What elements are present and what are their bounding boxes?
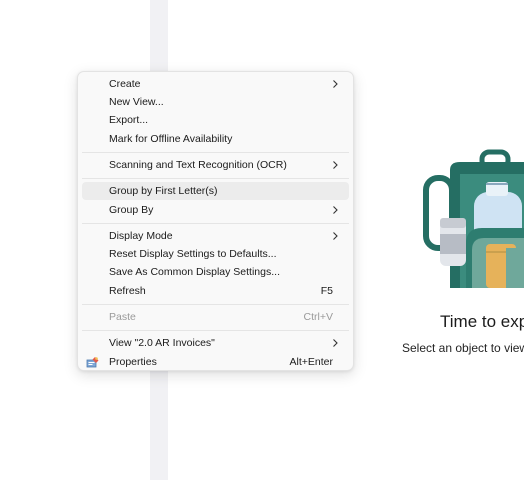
context-menu: Create New View... Export... Mark for Of… [77, 71, 354, 371]
menu-item-group-by[interactable]: Group By [82, 201, 349, 219]
menu-separator [82, 178, 349, 179]
menu-item-label: Save As Common Display Settings... [109, 266, 280, 278]
menu-item-label: Display Mode [109, 230, 173, 242]
menu-item-label: Export... [109, 114, 149, 126]
chevron-right-icon [333, 161, 338, 169]
menu-item-shortcut: Alt+Enter [289, 356, 333, 368]
menu-separator [82, 223, 349, 224]
menu-item-label: Create [109, 78, 141, 90]
menu-item-group-by-first-letter[interactable]: Group by First Letter(s) [82, 182, 349, 200]
menu-item-refresh[interactable]: Refresh F5 [82, 282, 349, 300]
menu-item-label: View "2.0 AR Invoices" [109, 337, 215, 349]
menu-item-create[interactable]: Create [82, 75, 349, 93]
menu-item-export[interactable]: Export... [82, 111, 349, 129]
menu-item-properties[interactable]: Properties Alt+Enter [82, 353, 349, 371]
menu-item-ocr[interactable]: Scanning and Text Recognition (OCR) [82, 156, 349, 174]
chevron-right-icon [333, 206, 338, 214]
menu-separator [82, 304, 349, 305]
menu-item-label: Group by First Letter(s) [109, 185, 218, 197]
menu-item-shortcut: Ctrl+V [303, 311, 333, 323]
menu-item-label: Properties [109, 356, 157, 368]
menu-item-label: Reset Display Settings to Defaults... [109, 248, 277, 260]
properties-icon [86, 357, 99, 368]
menu-item-new-view[interactable]: New View... [82, 93, 349, 111]
menu-item-label: Group By [109, 204, 154, 216]
menu-item-label: Paste [109, 311, 136, 323]
menu-item-mark-offline[interactable]: Mark for Offline Availability [82, 130, 349, 148]
menu-item-label: Mark for Offline Availability [109, 133, 233, 145]
menu-separator [82, 330, 349, 331]
menu-separator [82, 152, 349, 153]
menu-item-label: Refresh [109, 285, 146, 297]
menu-item-reset-display[interactable]: Reset Display Settings to Defaults... [82, 245, 349, 263]
chevron-right-icon [333, 80, 338, 88]
menu-item-label: Scanning and Text Recognition (OCR) [109, 159, 287, 171]
menu-item-paste[interactable]: Paste Ctrl+V [82, 308, 349, 326]
chevron-right-icon [333, 339, 338, 347]
menu-item-label: New View... [109, 96, 164, 108]
menu-item-save-common[interactable]: Save As Common Display Settings... [82, 263, 349, 281]
menu-item-shortcut: F5 [320, 285, 333, 297]
empty-state-subtitle: Select an object to view [402, 341, 524, 355]
backpack-illustration [423, 149, 524, 288]
chevron-right-icon [333, 232, 338, 240]
empty-state-title: Time to exp [440, 312, 524, 331]
menu-item-view-object[interactable]: View "2.0 AR Invoices" [82, 334, 349, 352]
menu-item-display-mode[interactable]: Display Mode [82, 227, 349, 245]
